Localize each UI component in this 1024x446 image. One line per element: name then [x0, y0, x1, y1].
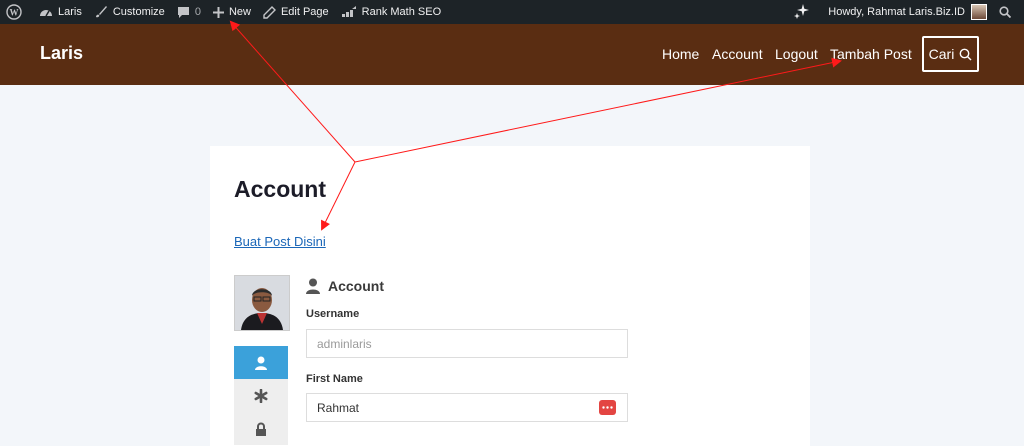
page-title: Account — [234, 176, 326, 202]
pencil-icon — [263, 5, 276, 19]
account-section-title: Account — [328, 278, 384, 294]
nav-tambah-post[interactable]: Tambah Post — [830, 46, 912, 62]
search-button-label: Cari — [928, 46, 955, 62]
username-label: Username — [306, 308, 360, 320]
user-avatar — [971, 4, 987, 20]
howdy-greeting: Howdy, Rahmat Laris.Biz.ID — [828, 6, 965, 18]
search-icon — [959, 48, 972, 60]
tab-password[interactable] — [234, 379, 288, 412]
brush-icon — [95, 6, 107, 18]
nav-home[interactable]: Home — [662, 46, 699, 62]
sparkle-icon[interactable] — [793, 0, 828, 24]
admin-bar-customize[interactable]: Customize — [88, 0, 171, 24]
username-field[interactable]: adminlaris — [306, 329, 628, 358]
admin-bar-customize-label: Customize — [112, 6, 165, 18]
nav-logout[interactable]: Logout — [775, 46, 818, 62]
svg-text:W: W — [10, 8, 19, 18]
admin-bar-account[interactable]: Howdy, Rahmat Laris.Biz.ID — [828, 0, 987, 24]
admin-bar-seo-label: Rank Math SEO — [361, 6, 442, 18]
admin-bar-edit-page-label: Edit Page — [280, 6, 329, 18]
account-section-heading: Account — [306, 278, 384, 294]
first-name-label: First Name — [306, 373, 363, 385]
search-icon[interactable] — [987, 0, 1024, 24]
tab-account[interactable] — [234, 346, 288, 379]
site-header: Laris Home Account Logout Tambah Post Ca… — [0, 24, 1024, 85]
nav-account[interactable]: Account — [712, 46, 763, 62]
admin-bar-site[interactable]: Laris — [33, 0, 88, 24]
comments-count: 0 — [194, 6, 201, 18]
first-name-value: Rahmat — [317, 400, 360, 415]
first-name-field[interactable]: Rahmat — [306, 393, 628, 422]
admin-bar-edit-page[interactable]: Edit Page — [257, 0, 335, 24]
lock-icon — [256, 422, 266, 436]
admin-bar-comments[interactable]: 0 — [171, 0, 207, 24]
user-icon — [255, 356, 267, 370]
user-icon — [306, 278, 320, 294]
create-post-link[interactable]: Buat Post Disini — [234, 234, 326, 249]
rank-math-icon — [341, 6, 356, 17]
profile-photo[interactable] — [234, 275, 290, 331]
tab-privacy[interactable] — [234, 412, 288, 445]
admin-bar-new[interactable]: New — [207, 0, 257, 24]
comment-icon — [177, 6, 189, 18]
admin-bar-new-label: New — [228, 6, 251, 18]
admin-bar: W Laris Customize 0 New Edit Page Rank M… — [0, 0, 1024, 24]
username-value: adminlaris — [317, 336, 372, 351]
account-tabs — [234, 346, 288, 446]
asterisk-icon — [254, 388, 268, 403]
admin-bar-seo[interactable]: Rank Math SEO — [335, 0, 447, 24]
password-manager-icon[interactable] — [599, 400, 616, 415]
admin-bar-site-label: Laris — [58, 6, 82, 18]
wordpress-logo-icon[interactable]: W — [0, 0, 33, 24]
content-card: Account Buat Post Disini Account Usernam… — [210, 146, 810, 446]
plus-icon — [212, 6, 224, 18]
search-button[interactable]: Cari — [922, 36, 979, 72]
dashboard-icon — [40, 10, 52, 17]
site-title[interactable]: Laris — [40, 43, 83, 64]
